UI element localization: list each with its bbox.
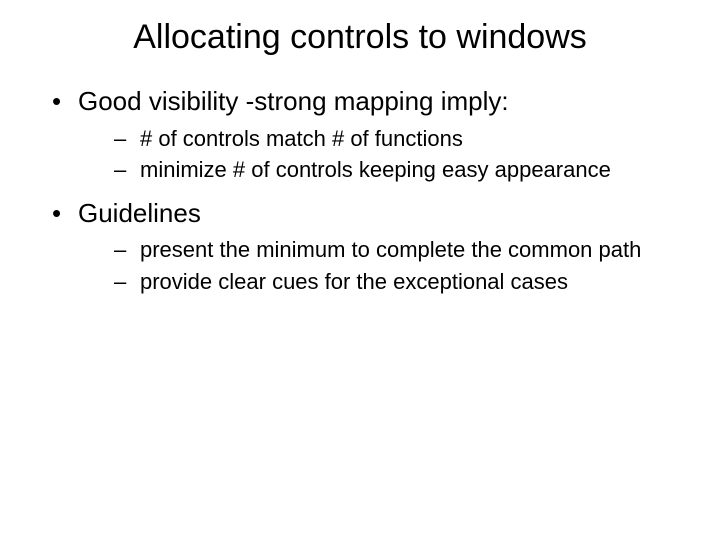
list-item: # of controls match # of functions (78, 124, 676, 154)
bullet-text: # of controls match # of functions (140, 126, 463, 151)
bullet-text: Good visibility -strong mapping imply: (78, 86, 509, 116)
list-item: Guidelines present the minimum to comple… (44, 197, 676, 297)
list-item: minimize # of controls keeping easy appe… (78, 155, 676, 185)
sub-list: # of controls match # of functions minim… (78, 124, 676, 185)
list-item: Good visibility -strong mapping imply: #… (44, 85, 676, 185)
slide-title: Allocating controls to windows (44, 18, 676, 57)
bullet-text: Guidelines (78, 198, 201, 228)
bullet-text: present the minimum to complete the comm… (140, 237, 641, 262)
sub-list: present the minimum to complete the comm… (78, 235, 676, 296)
bullet-list: Good visibility -strong mapping imply: #… (44, 85, 676, 297)
list-item: provide clear cues for the exceptional c… (78, 267, 676, 297)
bullet-text: provide clear cues for the exceptional c… (140, 269, 568, 294)
list-item: present the minimum to complete the comm… (78, 235, 676, 265)
slide: Allocating controls to windows Good visi… (0, 0, 720, 540)
bullet-text: minimize # of controls keeping easy appe… (140, 157, 611, 182)
